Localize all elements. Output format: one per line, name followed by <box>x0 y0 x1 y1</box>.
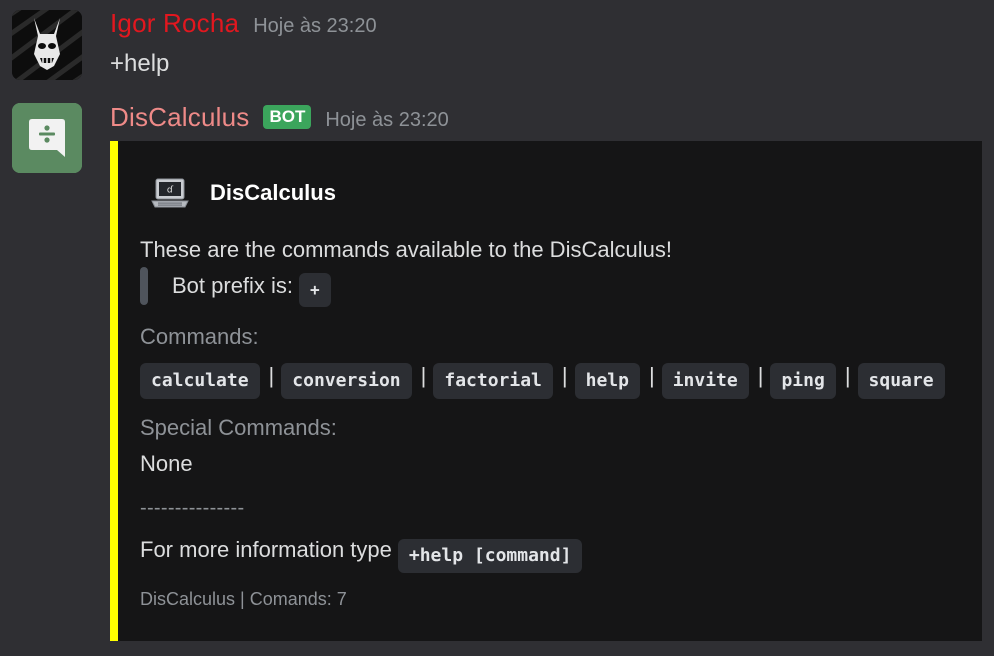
command-separator: | <box>561 363 568 388</box>
user-avatar[interactable] <box>12 10 82 80</box>
command-separator: | <box>844 363 851 388</box>
bot-avatar[interactable] <box>12 103 82 173</box>
command-separator: | <box>648 363 655 388</box>
command-code: ping <box>770 363 836 399</box>
bot-message-header: DisCalculus BOT Hoje às 23:20 <box>110 102 449 133</box>
laptop-icon: ɗ <box>151 178 189 208</box>
command-separator: | <box>420 363 427 388</box>
more-info-code: +help [command] <box>397 539 583 573</box>
user-username[interactable]: Igor Rocha <box>110 8 239 39</box>
bot-tag-badge: BOT <box>263 105 312 129</box>
help-embed: ɗ DisCalculus These are the commands ava… <box>110 141 982 641</box>
commands-list: calculate | conversion | factorial | hel… <box>140 363 945 399</box>
bot-timestamp[interactable]: Hoje às 23:20 <box>325 109 448 132</box>
command-code: help <box>574 363 640 399</box>
embed-footer: DisCalculus | Comands: 7 <box>140 589 347 609</box>
embed-author-name[interactable]: DisCalculus <box>210 180 336 206</box>
more-info-label: For more information type <box>140 537 392 562</box>
quote-bar <box>140 267 148 305</box>
command-code: factorial <box>433 363 553 399</box>
svg-text:ɗ: ɗ <box>167 186 174 196</box>
command-separator: | <box>268 363 275 388</box>
command-code: square <box>857 363 945 399</box>
dash-divider: --------------- <box>140 497 245 519</box>
more-info-line: For more information type +help [command… <box>140 537 583 573</box>
user-message-header: Igor Rocha Hoje às 23:20 <box>110 8 377 39</box>
prefix-code: + <box>299 273 331 307</box>
prefix-quote: Bot prefix is: + <box>140 267 331 307</box>
prefix-label: Bot prefix is: <box>172 273 294 298</box>
bot-username[interactable]: DisCalculus <box>110 102 249 133</box>
special-commands-value: None <box>140 451 193 476</box>
command-code: conversion <box>281 363 412 399</box>
command-code: calculate <box>140 363 260 399</box>
embed-description: These are the commands available to the … <box>140 237 672 262</box>
embed-author: ɗ DisCalculus <box>150 177 336 209</box>
user-message-text: +help <box>110 50 170 77</box>
special-commands-field-title: Special Commands: <box>140 415 337 440</box>
commands-field-title: Commands: <box>140 324 259 349</box>
command-separator: | <box>757 363 764 388</box>
command-code: invite <box>661 363 749 399</box>
user-timestamp[interactable]: Hoje às 23:20 <box>253 15 376 38</box>
